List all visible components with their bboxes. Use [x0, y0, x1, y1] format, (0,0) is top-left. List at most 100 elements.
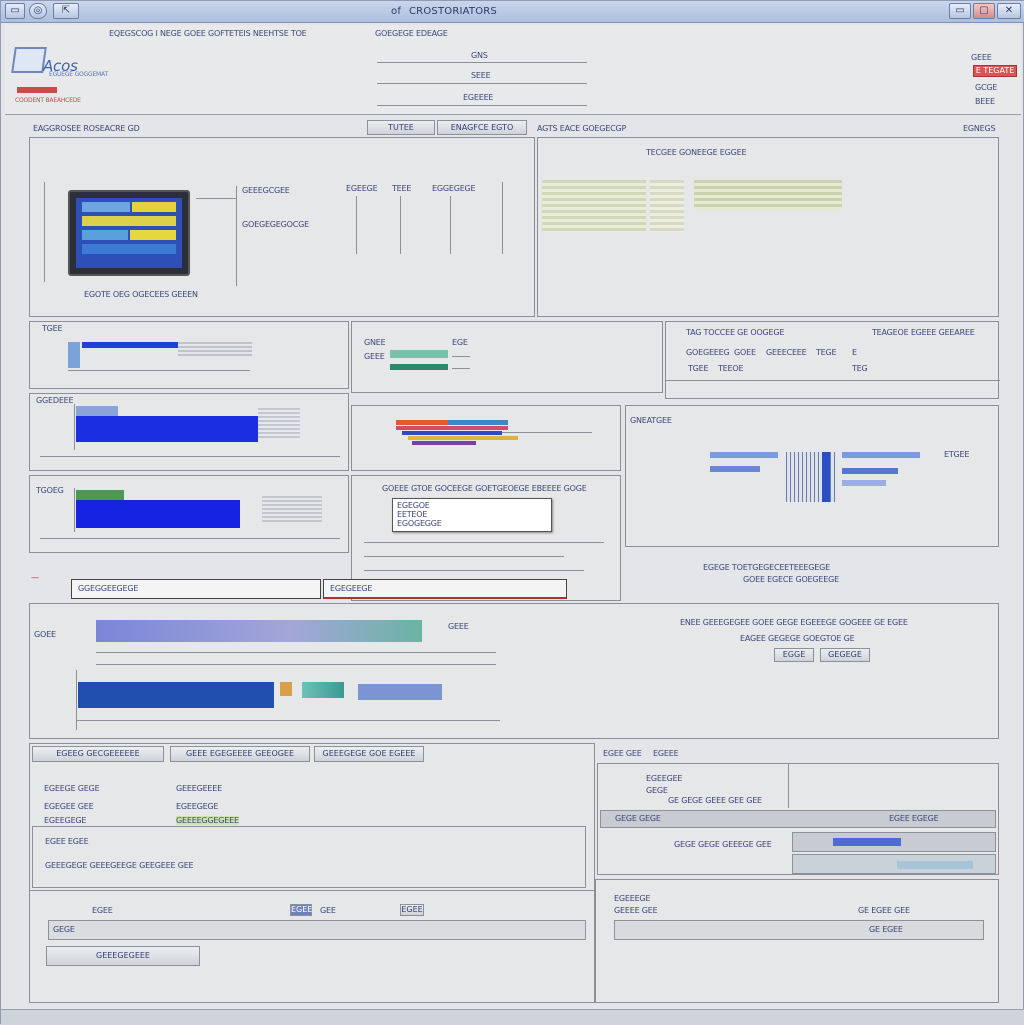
bottom-right-title: EGEE GEE: [603, 749, 642, 758]
tab-tutee[interactable]: TUTEE: [367, 120, 435, 135]
window-title: CROSTORIATORS: [409, 6, 497, 17]
summary-row-2-b: TEEOE: [718, 364, 744, 373]
minimize-button[interactable]: ▭: [949, 3, 971, 19]
app-window: ▭ ◎ ⇱ of CROSTORIATORS ▭ ▢ ✕ Acos EGUEGE…: [0, 0, 1024, 1025]
summary-row-1-e: E: [852, 348, 857, 357]
top-right-title: AGTS EACE GOEGECGP: [537, 124, 627, 133]
summary-row-1-b: GOEE: [734, 348, 756, 357]
right-label-4: BEEE: [975, 97, 995, 106]
table-preview-header: TECGEE GONEEGE EGGEE: [646, 148, 747, 157]
title-bar: ▭ ◎ ⇱ of CROSTORIATORS ▭ ▢ ✕: [1, 1, 1024, 23]
progress-panel-1: TGEE: [29, 321, 349, 389]
table-preview-block-1: [542, 180, 646, 232]
lower-button-1[interactable]: EGGE: [774, 648, 814, 662]
table-preview-panel: TECGEE GONEEGE EGGEE: [537, 137, 999, 317]
device-caption: EGOTE OEG OGECEES GEEEN: [84, 290, 198, 299]
bottom-right-title-2: EGEEE: [653, 749, 679, 758]
menu-left[interactable]: EQEGSCOG I NEGE GOEE GOFTETEIS NEEHTSE T…: [109, 29, 307, 38]
chart-panel-1: GGEDEEE: [29, 393, 349, 471]
progress-panel-2-label-1: GNEE: [364, 338, 386, 347]
footer-small-button-1[interactable]: EGEE: [290, 904, 312, 916]
wide-input-left[interactable]: GGEGGEEGEGE: [71, 579, 321, 599]
header-alert-button[interactable]: E TEGATE: [973, 65, 1017, 77]
chart-panel-3: TGOEG: [29, 475, 349, 553]
chart-panel-3-label: TGOEG: [36, 486, 64, 495]
bottom-right-row-3: GE GEGE GEEE GEE GEE: [668, 796, 762, 805]
progress-bar-1: [82, 342, 178, 348]
device-screen: [68, 190, 190, 276]
summary-row-1-c: GEEECEEE: [766, 348, 807, 357]
bottom-tab-2[interactable]: GEEE EGEGEEEE GEEOGEE: [170, 746, 310, 762]
right-label-3: GCGE: [975, 83, 998, 92]
summary-row-2-a: TGEE: [688, 364, 709, 373]
lower-subtitle: EAGEE GEGEGE GOEGTOE GE: [740, 634, 855, 643]
center-field-label-1: GNS: [471, 51, 488, 60]
bottom-right-sub: GEGE GEGE GEEEGE GEE: [674, 840, 772, 849]
progress-panel-1-label: TGEE: [42, 324, 63, 333]
lower-chart-label: GOEE: [34, 630, 56, 639]
chart-panel-1-label: GGEDEEE: [36, 396, 74, 405]
detail-panel-header: GOEEE GTOE GOCEEGE GOETGEOEGE EBEEEE GOG…: [382, 484, 587, 493]
app-menu-icon[interactable]: ▭: [5, 3, 25, 19]
wide-input-right[interactable]: EGEGEEGE: [323, 579, 567, 599]
bottom-right-row-1: EGEEGEE: [646, 774, 683, 783]
tab-enagfce[interactable]: ENAGFCE EGTO: [437, 120, 527, 135]
refresh-icon[interactable]: ◎: [29, 3, 47, 19]
lower-button-2[interactable]: GEGEGE: [820, 648, 870, 662]
close-button[interactable]: ✕: [997, 3, 1021, 19]
table-preview-block-3: [694, 180, 842, 210]
logo-subtitle-2: COODENT BAEAHCEDE: [15, 97, 81, 104]
top-left-title: EAGGROSEE ROSEACRE GD: [33, 124, 140, 133]
row-1-value: GEEEGEEEE: [176, 784, 222, 793]
center-field-label-2: SEEE: [471, 71, 491, 80]
bottom-right-footer-right: GE EGEE GEE: [858, 906, 910, 915]
row-1-label: EGEEGE GEGE: [44, 784, 100, 793]
top-right-corner: EGNEGS: [963, 124, 996, 133]
progress-bar-3: [390, 364, 448, 370]
bottom-tab-1[interactable]: EGEEG GECGEEEEEE: [32, 746, 164, 762]
lower-chart-panel: GOEE GEEE ENEE GEEEGEGEE GOEE GEGE EGEEE…: [29, 603, 999, 739]
table-preview-block-2: [650, 180, 684, 232]
right-label-1: GEEE: [971, 53, 992, 62]
chart-panel-2: [351, 405, 621, 471]
summary-title: TAG TOCCEE GE OOGEGE: [686, 328, 785, 337]
bottom-right-row-2: GEGE: [646, 786, 668, 795]
bottom-right-footer-label-2: GEEEE GEE: [614, 906, 658, 915]
folder-icon[interactable]: ⇱: [53, 3, 79, 19]
detail-popup[interactable]: EGEGOE EETEOE EGOGEGGE: [392, 498, 552, 532]
bottom-tab-3[interactable]: GEEEGEGE GOE EGEEE: [314, 746, 424, 762]
bottom-right-panel: EGEEGEE GEGE GE GEGE GEEE GEE GEE GEGE G…: [597, 763, 999, 875]
summary-row-1-a: GOEGEEEG: [686, 348, 730, 357]
footer-label-1: EGEE: [92, 906, 113, 915]
center-field-label-3: EGEEEE: [463, 93, 494, 102]
progress-panel-2-label-2: GEEE: [364, 352, 385, 361]
device-col-label-4: EGGEGEGE: [432, 184, 476, 193]
footer-small-button-2[interactable]: EGEE: [400, 904, 424, 916]
lower-title: ENEE GEEEGEGEE GOEE GEGE EGEEEGE GOGEEE …: [680, 618, 908, 627]
footer-action-button[interactable]: GEEEGEGEEE: [46, 946, 200, 966]
device-col-label-3: TEEE: [392, 184, 412, 193]
bottom-right-bar-1[interactable]: GEGE GEGE EGEE EGEGE: [600, 810, 996, 828]
device-side-label: GOEGEGEGOCGE: [242, 220, 309, 229]
row-3-value: GEEEEGGEGEEE: [176, 816, 239, 825]
footer-input[interactable]: GEGE: [48, 920, 586, 940]
footer-label-3: GEE: [320, 906, 336, 915]
bottom-right-footer-label-1: EGEEEGE: [614, 894, 651, 903]
lower-chart-bar-1: [96, 620, 422, 642]
window-title-prefix: of: [391, 6, 402, 17]
row-2-value: EGEEGEGE: [176, 802, 219, 811]
menu-right[interactable]: GOEGEGE EDEAGE: [375, 29, 448, 38]
table-chart-panel: GNEATGEE ETGEE: [625, 405, 999, 547]
logo-subtitle: EGUEGE GOGGEMAT: [49, 71, 108, 78]
summary-title-2: TEAGEOE EGEEE GEEAREE: [872, 328, 975, 337]
bottom-right-bar-3[interactable]: [792, 854, 996, 874]
bottom-right-bar-2[interactable]: [792, 832, 996, 852]
lower-chart-label-2: GEEE: [448, 622, 469, 631]
device-panel: GEEEGCGEE GOEGEGEGOCGE EGEEGE TEEE EGGEG…: [29, 137, 535, 317]
row-3-label: EGEEGEGE: [44, 816, 87, 825]
maximize-button[interactable]: ▢: [973, 3, 995, 19]
bottom-right-footer-input[interactable]: GE EGEE: [614, 920, 984, 940]
device-col-label-2: EGEEGE: [346, 184, 378, 193]
progress-panel-2: GNEE GEEE EGE: [351, 321, 663, 393]
sub-panel: EGEE EGEE GEEEGEGE GEEEGEEGE GEEGEEE GEE: [32, 826, 586, 888]
